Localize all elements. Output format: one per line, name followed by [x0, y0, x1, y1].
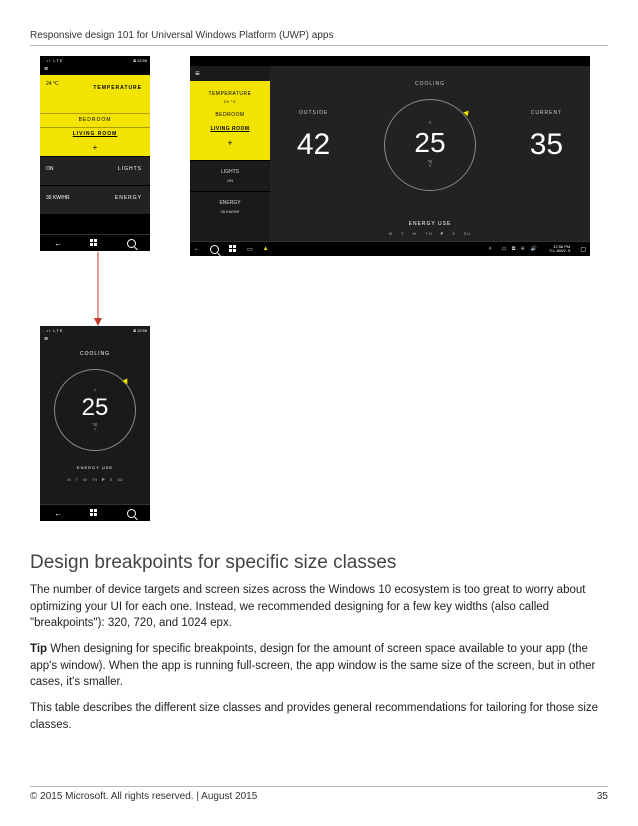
- windows-icon[interactable]: [90, 239, 98, 247]
- footer-copyright: © 2015 Microsoft. All rights reserved. |…: [30, 791, 257, 802]
- room-bedroom[interactable]: BEDROOM: [40, 113, 150, 127]
- day-s[interactable]: S: [110, 477, 113, 482]
- sidebar: ≡ TEMPERATURE 24 °C BEDROOM LIVING ROOM …: [190, 66, 270, 242]
- main-panel: OUTSIDE 42 COOLING ˄ 25 °C ˅: [270, 66, 590, 242]
- taskbar-clock[interactable]: 12:56 PM7/1..AM/2..5: [549, 245, 571, 254]
- status-bar: [190, 56, 590, 66]
- day-su[interactable]: SU: [464, 231, 472, 236]
- energy-label: ENERGY: [115, 195, 142, 201]
- status-bar: ..ıl LTE ⧈ 12:56: [40, 326, 150, 334]
- temperature-label: TEMPERATURE: [93, 85, 142, 91]
- back-icon[interactable]: ←: [54, 509, 62, 518]
- signal-icon: ..ıl LTE: [43, 58, 63, 63]
- day-selector[interactable]: M T W TH F S SU: [40, 477, 150, 482]
- sidebar-bedroom[interactable]: BEDROOM: [190, 108, 270, 122]
- paragraph-tip: Tip When designing for specific breakpoi…: [30, 641, 608, 691]
- current-reading: CURRENT 35: [530, 110, 563, 162]
- notifications-icon[interactable]: ▢: [580, 246, 586, 253]
- energy-tile[interactable]: 35 KW/HR ENERGY: [40, 185, 150, 214]
- energy-use-label: ENERGY USE: [40, 465, 150, 470]
- outside-reading: OUTSIDE 42: [297, 110, 330, 162]
- temperature-tile[interactable]: 24 °C TEMPERATURE: [40, 75, 150, 113]
- tray-chevron-icon[interactable]: ˄: [489, 246, 492, 252]
- phone-mock-dial: ..ıl LTE ⧈ 12:56 ≡ COOLING ˄ 25 °C ˅ ENE…: [40, 326, 150, 521]
- page-footer: © 2015 Microsoft. All rights reserved. |…: [30, 786, 608, 802]
- dial-indicator-icon: [463, 109, 471, 117]
- day-f[interactable]: F: [441, 231, 444, 236]
- hamburger-icon[interactable]: ≡: [190, 66, 270, 81]
- nav-bar: ←: [40, 234, 150, 251]
- sidebar-living[interactable]: LIVING ROOM: [190, 122, 270, 136]
- page-header: Responsive design 101 for Universal Wind…: [30, 30, 608, 46]
- hamburger-icon[interactable]: ≡: [40, 64, 150, 75]
- day-s[interactable]: S: [452, 231, 456, 236]
- taskbar: ← ▭ ▲ ˄ ▭ ⧉ ⚟ 🔊 12:56 PM7/1..AM/2..5 ▢: [190, 241, 590, 256]
- windows-icon[interactable]: [229, 245, 237, 253]
- tray-icons[interactable]: ▭ ⧉ ⚟ 🔊: [502, 246, 539, 252]
- figure-area: ..ıl LTE ⧈ 12:56 ≡ 24 °C TEMPERATURE BED…: [30, 56, 608, 536]
- transition-arrow: [93, 252, 103, 326]
- lights-label: LIGHTS: [118, 166, 142, 172]
- add-room-button[interactable]: +: [40, 141, 150, 156]
- day-selector[interactable]: M T W TH F S SU: [270, 231, 590, 236]
- sidebar-temperature[interactable]: TEMPERATURE 24 °C: [190, 87, 270, 108]
- day-m[interactable]: M: [67, 477, 70, 482]
- search-icon[interactable]: [127, 239, 136, 248]
- paragraph-3: This table describes the different size …: [30, 700, 608, 733]
- phone-mock-nav: ..ıl LTE ⧈ 12:56 ≡ 24 °C TEMPERATURE BED…: [40, 56, 150, 251]
- page-number: 35: [597, 791, 608, 802]
- section-heading: Design breakpoints for specific size cla…: [30, 552, 608, 574]
- chevron-down-icon[interactable]: ˅: [94, 427, 97, 433]
- hamburger-icon[interactable]: ≡: [40, 334, 150, 345]
- search-icon[interactable]: [210, 245, 219, 254]
- nav-bar: ←: [40, 504, 150, 521]
- dial-value: 25: [82, 394, 109, 422]
- temperature-dial[interactable]: ˄ 25 °C ˅: [384, 99, 476, 191]
- day-th[interactable]: TH: [92, 477, 97, 482]
- back-icon[interactable]: ←: [194, 246, 200, 252]
- tablet-mock: ≡ TEMPERATURE 24 °C BEDROOM LIVING ROOM …: [190, 56, 590, 256]
- dial-value: 25: [414, 127, 445, 159]
- add-room-button[interactable]: +: [190, 136, 270, 154]
- signal-icon: ..ıl LTE: [43, 328, 63, 333]
- day-m[interactable]: M: [389, 231, 393, 236]
- day-t[interactable]: T: [76, 477, 78, 482]
- cooling-label: COOLING: [40, 345, 150, 357]
- search-icon[interactable]: [127, 509, 136, 518]
- cooling-reading: COOLING ˄ 25 °C ˅: [384, 81, 476, 191]
- back-icon[interactable]: ←: [54, 239, 62, 248]
- paragraph-1: The number of device targets and screen …: [30, 582, 608, 632]
- day-su[interactable]: SU: [117, 477, 123, 482]
- status-bar: ..ıl LTE ⧈ 12:56: [40, 56, 150, 64]
- dial-indicator-icon: [122, 377, 130, 384]
- day-t[interactable]: T: [401, 231, 404, 236]
- day-th[interactable]: TH: [425, 231, 432, 236]
- lights-tile[interactable]: ON LIGHTS: [40, 156, 150, 185]
- tip-label: Tip: [30, 643, 47, 655]
- temperature-value: 24 °C: [46, 81, 59, 87]
- temperature-dial[interactable]: ˄ 25 °C ˅: [54, 369, 136, 451]
- energy-use: ENERGY USE M T W TH F S SU: [270, 221, 590, 236]
- day-f[interactable]: F: [102, 477, 104, 482]
- app-icon[interactable]: ▲: [263, 246, 269, 252]
- windows-icon[interactable]: [90, 509, 98, 517]
- status-time: ⧈ 12:56: [133, 328, 147, 333]
- room-living[interactable]: LIVING ROOM: [40, 127, 150, 141]
- day-w[interactable]: W: [83, 477, 87, 482]
- status-time: ⧈ 12:56: [133, 58, 147, 63]
- lights-state: ON: [46, 166, 54, 172]
- energy-value: 35 KW/HR: [46, 195, 70, 201]
- chevron-down-icon[interactable]: ˅: [428, 164, 432, 170]
- day-w[interactable]: W: [412, 231, 417, 236]
- task-view-icon[interactable]: ▭: [247, 246, 253, 253]
- sidebar-lights[interactable]: LIGHTS ON: [190, 160, 270, 191]
- sidebar-energy[interactable]: ENERGY 35 KW/HR: [190, 191, 270, 222]
